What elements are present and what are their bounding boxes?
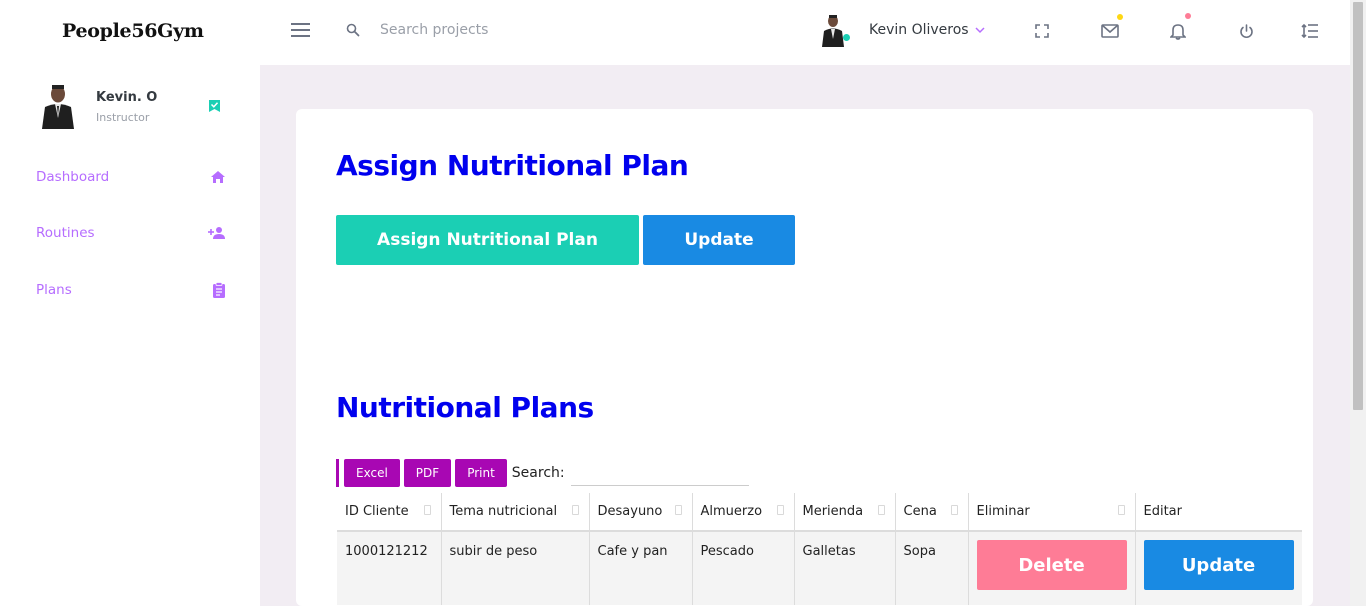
profile-name: Kevin Oliveros xyxy=(869,22,969,38)
update-button[interactable]: Update xyxy=(643,215,795,265)
table-header-row: ID Cliente Tema nutricional Desayuno Alm… xyxy=(337,493,1302,532)
export-excel-button[interactable]: Excel xyxy=(344,459,400,487)
column-header-merienda[interactable]: Merienda xyxy=(794,493,896,532)
mail-indicator-dot xyxy=(1117,14,1123,20)
row-delete-button[interactable]: Delete xyxy=(976,540,1127,590)
sidebar: Kevin. O Instructor Dashboard Routines P… xyxy=(0,65,260,606)
table-search-label: Search: xyxy=(511,465,565,481)
cell-id-cliente: 1000121212 xyxy=(337,531,442,605)
cell-cena: Sopa xyxy=(895,531,969,605)
sidebar-item-label: Routines xyxy=(36,225,95,241)
sidebar-user-name: Kevin. O xyxy=(96,90,158,105)
sort-icon xyxy=(571,505,579,515)
home-icon xyxy=(211,171,225,183)
power-icon[interactable] xyxy=(1235,20,1257,42)
sidebar-item-routines[interactable]: Routines xyxy=(36,221,226,245)
cell-tema: subir de peso xyxy=(441,531,590,605)
table-row: 1000121212 subir de peso Cafe y pan Pesc… xyxy=(337,531,1302,605)
column-header-almuerzo[interactable]: Almuerzo xyxy=(692,493,795,532)
sort-icon xyxy=(1117,505,1125,515)
cell-almuerzo: Pescado xyxy=(692,531,795,605)
chevron-down-icon xyxy=(975,27,985,34)
sort-icon xyxy=(776,505,784,515)
cell-merienda: Galletas xyxy=(794,531,896,605)
sort-icon xyxy=(674,505,682,515)
menu-toggle-icon[interactable] xyxy=(291,23,311,39)
sidebar-item-label: Plans xyxy=(36,282,72,298)
sort-icon xyxy=(877,505,885,515)
search-icon xyxy=(346,23,360,37)
column-header-tema[interactable]: Tema nutricional xyxy=(441,493,590,532)
settings-panel-icon[interactable] xyxy=(1299,20,1321,42)
sidebar-user-profile[interactable]: Kevin. O Instructor xyxy=(40,83,240,133)
assign-nutritional-plan-button[interactable]: Assign Nutritional Plan xyxy=(336,215,639,265)
table-search-input[interactable] xyxy=(570,460,749,486)
fullscreen-icon[interactable] xyxy=(1031,20,1053,42)
notification-indicator-dot xyxy=(1185,13,1191,19)
online-status-dot xyxy=(843,34,850,41)
search-input[interactable] xyxy=(372,18,672,42)
assign-plan-title: Assign Nutritional Plan xyxy=(336,149,689,182)
sidebar-item-label: Dashboard xyxy=(36,169,110,185)
page-scrollbar[interactable] xyxy=(1350,0,1366,606)
toolbar-accent xyxy=(336,459,339,487)
person-add-icon xyxy=(208,227,225,239)
content-card: Assign Nutritional Plan Assign Nutrition… xyxy=(296,109,1313,606)
bell-icon[interactable] xyxy=(1167,13,1191,42)
column-header-desayuno[interactable]: Desayuno xyxy=(589,493,693,532)
clipboard-icon xyxy=(213,282,225,298)
cell-desayuno: Cafe y pan xyxy=(589,531,693,605)
sidebar-item-dashboard[interactable]: Dashboard xyxy=(36,165,226,189)
avatar xyxy=(40,83,76,129)
column-header-editar[interactable]: Editar xyxy=(1135,493,1302,532)
column-header-cena[interactable]: Cena xyxy=(895,493,969,532)
column-header-eliminar[interactable]: Eliminar xyxy=(968,493,1136,532)
row-update-button[interactable]: Update xyxy=(1143,540,1294,590)
nutritional-plans-title: Nutritional Plans xyxy=(336,391,594,424)
sort-icon xyxy=(950,505,958,515)
bookmark-check-icon xyxy=(209,100,220,112)
print-button[interactable]: Print xyxy=(455,459,507,487)
top-navbar: People56Gym Kevin Oliveros xyxy=(0,0,1350,65)
brand-logo[interactable]: People56Gym xyxy=(62,20,204,42)
mail-icon[interactable] xyxy=(1099,14,1123,42)
sort-icon xyxy=(423,505,431,515)
cell-editar: Update xyxy=(1135,531,1302,605)
profile-dropdown[interactable]: Kevin Oliveros xyxy=(820,12,985,48)
sidebar-item-plans[interactable]: Plans xyxy=(36,278,226,302)
column-header-id-cliente[interactable]: ID Cliente xyxy=(337,493,442,532)
export-pdf-button[interactable]: PDF xyxy=(403,459,452,487)
nutritional-plans-table: ID Cliente Tema nutricional Desayuno Alm… xyxy=(337,493,1302,605)
avatar xyxy=(820,13,850,47)
scrollbar-thumb[interactable] xyxy=(1353,2,1363,410)
cell-eliminar: Delete xyxy=(968,531,1136,605)
table-toolbar: Excel PDF Print Search: xyxy=(336,459,749,487)
sidebar-user-role: Instructor xyxy=(96,111,150,124)
